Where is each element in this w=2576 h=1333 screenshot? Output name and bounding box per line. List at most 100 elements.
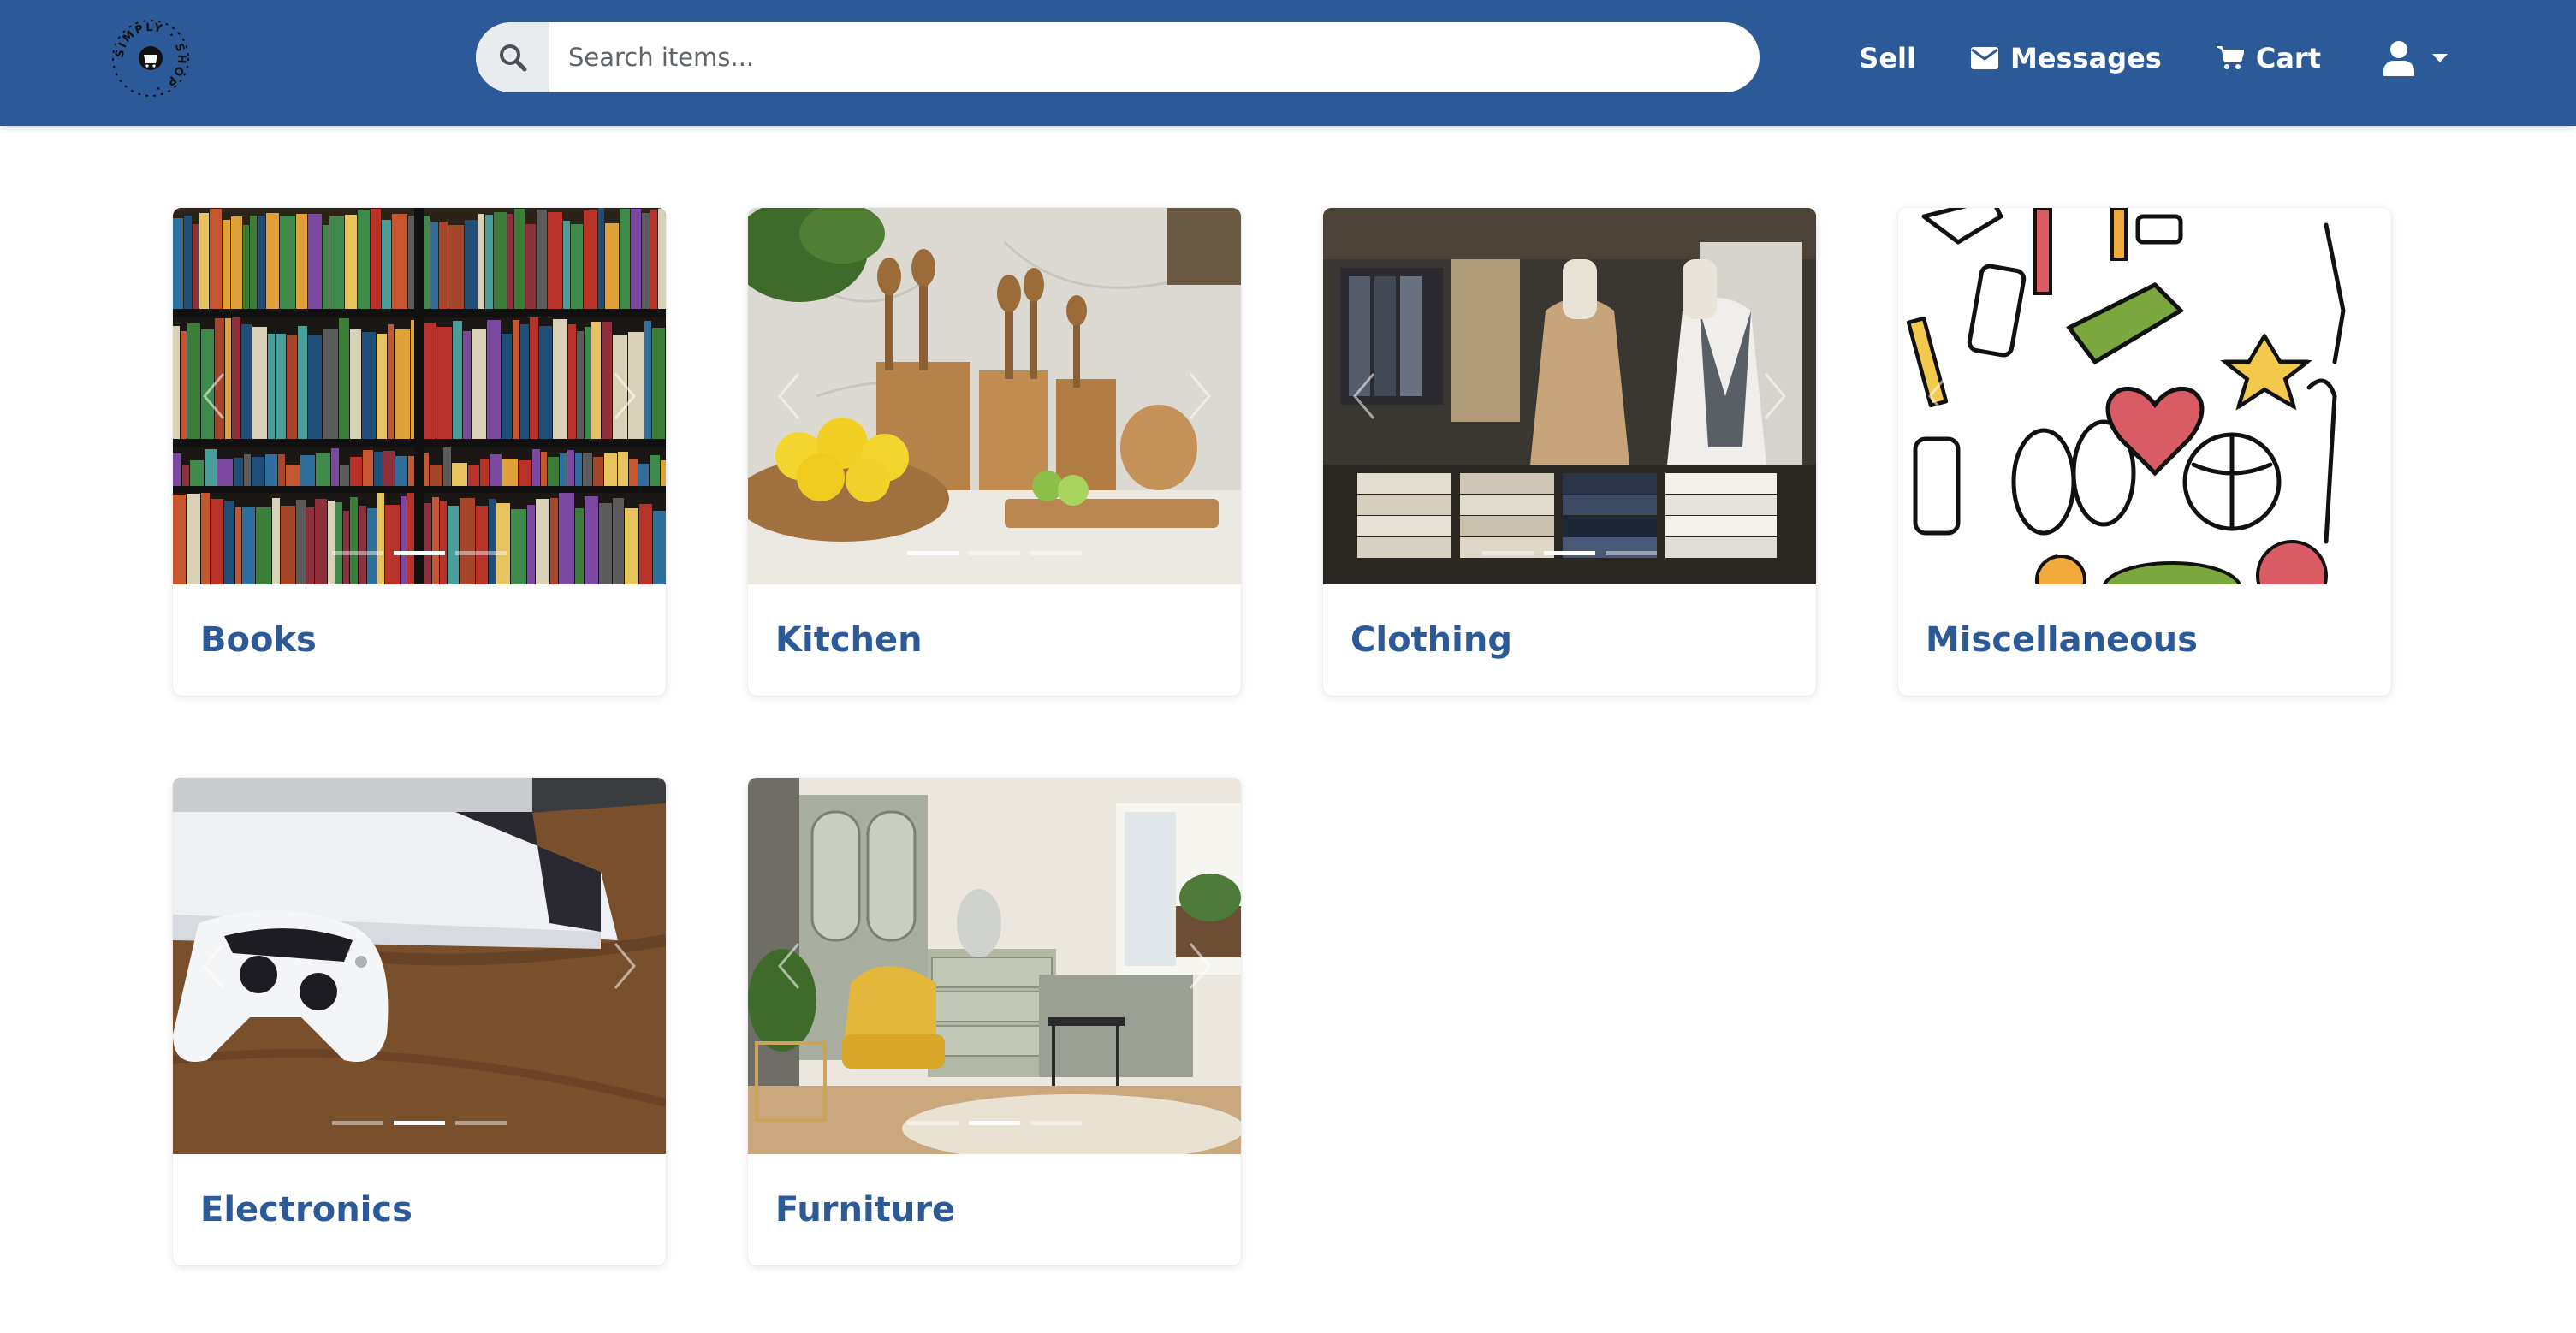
- category-card-miscellaneous[interactable]: Miscellaneous: [1898, 208, 2391, 696]
- book-spine: [639, 504, 652, 584]
- book-spine: [661, 460, 666, 486]
- book-spine: [520, 324, 529, 439]
- category-card-clothing[interactable]: Clothing: [1323, 208, 1816, 696]
- book-spine: [383, 451, 395, 486]
- category-card-electronics[interactable]: Electronics: [173, 778, 666, 1265]
- book-spine: [315, 499, 327, 584]
- sell-link[interactable]: Sell: [1859, 42, 1916, 74]
- book-spine: [401, 496, 407, 584]
- book-spine: [567, 450, 574, 486]
- carousel-next-button[interactable]: [1174, 936, 1226, 996]
- top-navbar: SIMPLY · SHOP · Sell Messages: [0, 0, 2576, 126]
- book-spine: [536, 499, 549, 584]
- carousel-prev-button[interactable]: [188, 936, 240, 996]
- carousel-indicator[interactable]: [907, 551, 959, 555]
- book-spine: [463, 331, 471, 439]
- book-spine: [519, 460, 531, 486]
- carousel-indicator[interactable]: [455, 1121, 507, 1125]
- carousel-indicator[interactable]: [2057, 551, 2109, 555]
- carousel-indicators: [748, 551, 1241, 555]
- category-card-books[interactable]: Books: [173, 208, 666, 696]
- book-spine: [650, 455, 660, 486]
- carousel-indicators: [173, 1121, 666, 1125]
- carousel-indicator[interactable]: [394, 1121, 445, 1125]
- book-spine: [250, 216, 257, 309]
- carousel-indicator[interactable]: [394, 551, 445, 555]
- carousel-indicator[interactable]: [1544, 551, 1595, 555]
- card-title[interactable]: Furniture: [775, 1190, 955, 1229]
- carousel-indicator[interactable]: [455, 551, 507, 555]
- messages-link[interactable]: Messages: [1970, 42, 2162, 74]
- carousel-indicator[interactable]: [1482, 551, 1534, 555]
- carousel-next-button[interactable]: [599, 936, 650, 996]
- chevron-right-icon: [2339, 373, 2361, 419]
- book-spine: [539, 326, 552, 439]
- carousel-indicator[interactable]: [332, 551, 383, 555]
- search-button[interactable]: [476, 22, 549, 92]
- book-spine: [502, 334, 512, 439]
- book-spine: [514, 209, 525, 309]
- book-spine: [593, 457, 603, 486]
- carousel-next-button[interactable]: [599, 366, 650, 426]
- carousel-indicator[interactable]: [969, 551, 1020, 555]
- book-spine: [343, 511, 349, 584]
- carousel-prev-button[interactable]: [1914, 366, 1965, 426]
- book-spine: [468, 465, 479, 486]
- carousel-indicator[interactable]: [332, 1121, 383, 1125]
- book-spine: [430, 465, 442, 486]
- carousel-indicator[interactable]: [907, 1121, 959, 1125]
- card-title[interactable]: Clothing: [1350, 620, 1512, 660]
- card-title[interactable]: Kitchen: [775, 620, 923, 660]
- book-spine: [604, 453, 617, 486]
- card-title[interactable]: Books: [200, 620, 317, 660]
- carousel-indicator[interactable]: [1030, 551, 1082, 555]
- book-spine: [388, 324, 394, 439]
- book-spine: [496, 503, 510, 584]
- carousel-prev-button[interactable]: [763, 936, 815, 996]
- carousel-next-button[interactable]: [2324, 366, 2376, 426]
- carousel: [1323, 208, 1816, 584]
- category-card-kitchen[interactable]: Kitchen: [748, 208, 1241, 696]
- carousel-indicator[interactable]: [2119, 551, 2170, 555]
- carousel-indicator[interactable]: [969, 1121, 1020, 1125]
- book-spine: [577, 331, 584, 439]
- book-spine: [548, 212, 562, 309]
- carousel-prev-button[interactable]: [763, 366, 815, 426]
- book-spine: [359, 506, 366, 584]
- messages-label: Messages: [2009, 42, 2162, 74]
- carousel: [173, 208, 666, 584]
- cart-icon: [2216, 46, 2244, 69]
- carousel-prev-button[interactable]: [1338, 366, 1390, 426]
- category-grid: Books Kitchen Clothing Miscellaneous Ele…: [173, 208, 2391, 1265]
- carousel: [173, 778, 666, 1154]
- carousel-indicator[interactable]: [1606, 551, 1657, 555]
- carousel-indicator[interactable]: [1030, 1121, 1082, 1125]
- book-spine: [329, 216, 344, 309]
- cart-link[interactable]: Cart: [2216, 42, 2321, 74]
- carousel-next-button[interactable]: [1749, 366, 1801, 426]
- user-menu-toggle[interactable]: [2383, 40, 2448, 76]
- book-spine: [281, 506, 295, 584]
- book-spine: [513, 320, 519, 439]
- electronics-image: [173, 778, 666, 1154]
- book-spine: [620, 209, 630, 309]
- card-title[interactable]: Electronics: [200, 1190, 413, 1229]
- search-input[interactable]: [549, 22, 1760, 92]
- carousel-indicator[interactable]: [2181, 551, 2232, 555]
- book-spine: [235, 507, 241, 584]
- chevron-left-icon: [778, 373, 800, 419]
- card-title[interactable]: Miscellaneous: [1926, 620, 2198, 660]
- category-card-furniture[interactable]: Furniture: [748, 778, 1241, 1265]
- carousel-next-button[interactable]: [1174, 366, 1226, 426]
- book-spine: [424, 503, 431, 584]
- book-spine: [395, 456, 407, 486]
- book-spine: [382, 220, 391, 309]
- book-spine: [443, 447, 451, 486]
- chevron-left-icon: [1353, 373, 1375, 419]
- book-spine: [201, 493, 210, 584]
- carousel-prev-button[interactable]: [188, 366, 240, 426]
- brand-logo[interactable]: SIMPLY · SHOP ·: [110, 17, 192, 99]
- miscellaneous-image: [1898, 208, 2391, 584]
- book-spine: [658, 209, 666, 309]
- book-spine: [631, 209, 641, 309]
